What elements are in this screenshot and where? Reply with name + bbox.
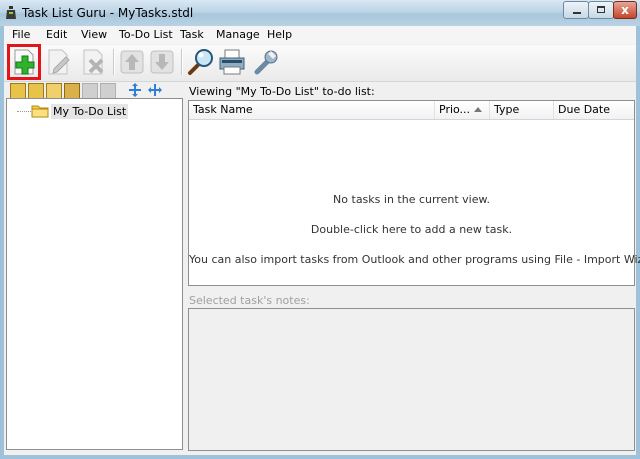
menu-task[interactable]: Task [180,28,204,41]
menu-view[interactable]: View [81,28,107,41]
column-type[interactable]: Type [490,101,554,119]
menu-manage[interactable]: Manage [216,28,260,41]
tree-item-my-todo-list[interactable]: My To-Do List [51,104,129,119]
task-list[interactable]: Task Name Prio... Type Due Date No tasks… [188,100,640,286]
column-due-date[interactable]: Due Date [554,101,634,119]
edit-pencil-icon [48,49,70,75]
folder-icon [31,105,49,118]
collapse-all-icon[interactable] [148,83,162,97]
viewing-label: Viewing "My To-Do List" to-do list: [189,85,375,98]
main-toolbar [4,45,636,82]
empty-message: No tasks in the current view. [333,193,490,206]
close-icon: x [621,3,629,17]
app-window: Task List Guru - MyTasks.stdl x File Edi… [0,0,640,459]
move-up-icon [120,50,144,74]
new-sublist-icon[interactable] [28,83,44,99]
import-hint: You can also import tasks from Outlook a… [189,253,640,266]
add-task-hint: Double-click here to add a new task. [310,223,513,236]
list-up-icon[interactable] [82,83,98,99]
move-down-button[interactable] [147,47,177,77]
menu-file[interactable]: File [12,28,30,41]
menu-help[interactable]: Help [267,28,292,41]
new-list-icon[interactable] [10,83,26,99]
sort-ascending-icon [474,107,482,112]
options-wrench-icon [254,50,278,75]
expand-all-icon[interactable] [128,83,142,97]
close-button[interactable]: x [613,1,637,19]
edit-list-icon[interactable] [46,83,62,99]
list-down-icon[interactable] [100,83,116,99]
minimize-button[interactable] [563,1,589,19]
delete-x-icon [83,49,104,75]
notes-area[interactable] [188,308,635,451]
find-button[interactable] [186,47,216,77]
menu-bar: File Edit View To-Do List Task Manage He… [4,26,636,44]
tree-toolbar [4,82,184,99]
edit-task-button[interactable] [44,47,74,77]
menu-todo-list[interactable]: To-Do List [119,28,173,41]
find-magnifier-icon [188,49,213,75]
move-up-button[interactable] [117,47,147,77]
column-task-name[interactable]: Task Name [189,101,435,119]
print-button[interactable] [217,47,247,77]
toolbar-separator [113,49,115,75]
todo-list-tree[interactable]: My To-Do List [6,98,183,450]
delete-task-button[interactable] [79,47,109,77]
client-area: File Edit View To-Do List Task Manage He… [4,26,640,455]
maximize-button[interactable] [588,1,614,19]
toolbar-separator [181,49,183,75]
title-bar[interactable]: Task List Guru - MyTasks.stdl x [0,0,640,26]
app-icon [6,6,16,19]
task-list-header: Task Name Prio... Type Due Date [189,101,634,120]
print-icon [219,49,245,75]
menu-edit[interactable]: Edit [46,28,67,41]
window-title: Task List Guru - MyTasks.stdl [22,6,194,20]
notes-label: Selected task's notes: [189,294,310,307]
options-button[interactable] [251,47,281,77]
move-down-icon [150,50,174,74]
add-task-highlight [7,44,41,80]
delete-list-icon[interactable] [64,83,80,99]
